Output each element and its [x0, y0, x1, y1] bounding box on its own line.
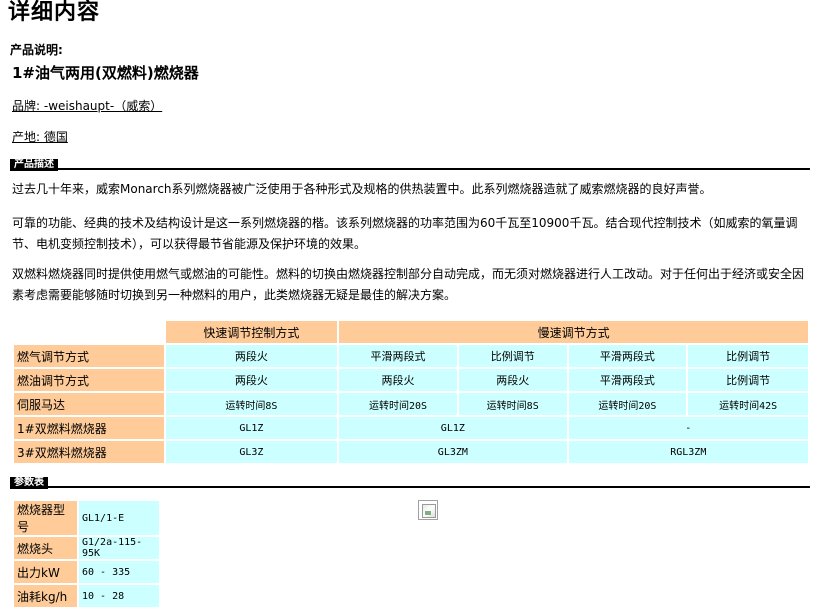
table-cell: GL1Z: [165, 417, 338, 439]
row-label-servo: 伺服马达: [14, 393, 164, 415]
param-label: 燃烧器型号: [14, 501, 77, 535]
table-row: 燃烧器型号 GL1/1-E: [14, 501, 159, 535]
table-cell: GL1Z: [339, 417, 567, 439]
table-row: 快速调节控制方式 慢速调节方式: [14, 321, 808, 343]
table-cell: GL3ZM: [339, 441, 567, 463]
table-cell: 比例调节: [688, 345, 808, 367]
table-row: 伺服马达 运转时间8S 运转时间20S 运转时间8S 运转时间20S 运转时间4…: [14, 393, 808, 415]
table-cell: 平滑两段式: [339, 345, 457, 367]
row-label-burner-1: 1#双燃料燃烧器: [14, 417, 164, 439]
row-label-oil: 燃油调节方式: [14, 369, 164, 391]
table-row: 1#双燃料燃烧器 GL1Z GL1Z -: [14, 417, 808, 439]
row-label-gas: 燃气调节方式: [14, 345, 164, 367]
table-cell: 运转时间8S: [165, 393, 338, 415]
brand-link[interactable]: 品牌: -weishaupt-（威索）: [12, 97, 162, 114]
table-row: 燃烧头 G1/2a-115-95K: [14, 537, 159, 559]
intro-paragraph-1: 过去几十年来，威索Monarch系列燃烧器被广泛使用于各种形式及规格的供热装置中…: [12, 182, 712, 196]
table-corner-cell: [14, 321, 164, 343]
intro-paragraph-3: 双燃料燃烧器同时提供使用燃气或燃油的可能性。燃料的切换由燃烧器控制部分自动完成，…: [12, 267, 805, 302]
control-mode-table: 快速调节控制方式 慢速调节方式 燃气调节方式 两段火 平滑两段式 比例调节 平滑…: [12, 319, 810, 465]
table-cell: 平滑两段式: [568, 369, 687, 391]
table-cell: 运转时间8S: [458, 393, 567, 415]
table-cell: 运转时间20S: [339, 393, 457, 415]
param-value: GL1/1-E: [79, 501, 159, 535]
page-title: 详细内容: [8, 0, 101, 25]
intro-paragraph-2: 可靠的功能、经典的技术及结构设计是这一系列燃烧器的楷。该系列燃烧器的功率范围为6…: [12, 216, 798, 251]
table-cell: 比例调节: [458, 345, 567, 367]
origin-link[interactable]: 产地: 德国: [12, 128, 68, 145]
table-cell: 两段火: [165, 369, 338, 391]
section-header-params: 参数表: [10, 474, 810, 489]
table-cell: 两段火: [458, 369, 567, 391]
param-value: 10 - 28: [79, 585, 159, 607]
table-cell: 两段火: [339, 369, 457, 391]
param-label: 油耗kg/h: [14, 585, 77, 607]
parameter-table: 燃烧器型号 GL1/1-E 燃烧头 G1/2a-115-95K 出力kW 60 …: [12, 499, 161, 609]
section-header-intro: 产品描述: [10, 156, 810, 171]
table-cell: 运转时间20S: [568, 393, 687, 415]
section-tag-intro: 产品描述: [10, 159, 58, 171]
param-label: 出力kW: [14, 561, 77, 583]
table-cell: 运转时间42S: [688, 393, 808, 415]
table-cell: 平滑两段式: [568, 345, 687, 367]
param-value: G1/2a-115-95K: [79, 537, 159, 559]
header-slow-control: 慢速调节方式: [339, 321, 808, 343]
table-row: 燃油调节方式 两段火 两段火 两段火 平滑两段式 比例调节: [14, 369, 808, 391]
table-row: 油耗kg/h 10 - 28: [14, 585, 159, 607]
row-label-burner-3: 3#双燃料燃烧器: [14, 441, 164, 463]
product-description-label: 产品说明:: [10, 43, 63, 57]
product-name: 1#油气两用(双燃料)燃烧器: [12, 64, 199, 82]
broken-image-icon: [418, 500, 438, 520]
header-fast-control: 快速调节控制方式: [165, 321, 338, 343]
table-cell: RGL3ZM: [568, 441, 808, 463]
param-label: 燃烧头: [14, 537, 77, 559]
table-cell: -: [568, 417, 808, 439]
table-cell: GL3Z: [165, 441, 338, 463]
table-row: 出力kW 60 - 335: [14, 561, 159, 583]
table-cell: 比例调节: [688, 369, 808, 391]
param-value: 60 - 335: [79, 561, 159, 583]
table-row: 燃气调节方式 两段火 平滑两段式 比例调节 平滑两段式 比例调节: [14, 345, 808, 367]
table-cell: 两段火: [165, 345, 338, 367]
table-row: 3#双燃料燃烧器 GL3Z GL3ZM RGL3ZM: [14, 441, 808, 463]
section-tag-params: 参数表: [10, 477, 48, 489]
